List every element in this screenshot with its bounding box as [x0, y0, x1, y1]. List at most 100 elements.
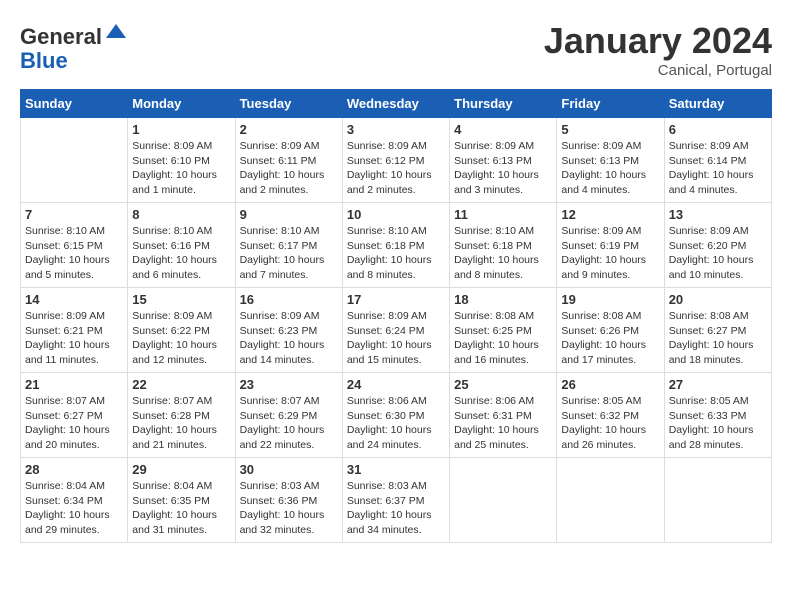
- day-info: Sunrise: 8:10 AMSunset: 6:15 PMDaylight:…: [25, 224, 123, 283]
- day-info: Sunrise: 8:09 AMSunset: 6:22 PMDaylight:…: [132, 309, 230, 368]
- day-number: 17: [347, 292, 445, 307]
- calendar-cell: 15Sunrise: 8:09 AMSunset: 6:22 PMDayligh…: [128, 288, 235, 373]
- day-number: 6: [669, 122, 767, 137]
- calendar-cell: 10 Sunrise: 8:10 AMSunset: 6:18 PMDayligh…: [342, 203, 449, 288]
- day-info: Sunrise: 8:09 AMSunset: 6:21 PMDaylight:…: [25, 309, 123, 368]
- calendar-cell: 23 Sunrise: 8:07 AMSunset: 6:29 PMDayligh…: [235, 373, 342, 458]
- day-info: Sunrise: 8:05 AMSunset: 6:32 PMDaylight:…: [561, 394, 659, 453]
- day-number: 4: [454, 122, 552, 137]
- calendar-cell: [557, 458, 664, 543]
- day-info: Sunrise: 8:08 AMSunset: 6:27 PMDaylight:…: [669, 309, 767, 368]
- calendar-cell: 28 Sunrise: 8:04 AMSunset: 6:34 PMDayligh…: [21, 458, 128, 543]
- day-number: 25: [454, 377, 552, 392]
- calendar-cell: 3Sunrise: 8:09 AMSunset: 6:12 PMDaylight…: [342, 118, 449, 203]
- calendar-cell: 31 Sunrise: 8:03 AMSunset: 6:37 PMDayligh…: [342, 458, 449, 543]
- calendar-week-3: 14Sunrise: 8:09 AMSunset: 6:21 PMDayligh…: [21, 288, 772, 373]
- day-info: Sunrise: 8:09 AMSunset: 6:14 PMDaylight:…: [669, 139, 767, 198]
- day-info: Sunrise: 8:04 AMSunset: 6:35 PMDaylight:…: [132, 479, 230, 538]
- location-subtitle: Canical, Portugal: [544, 62, 772, 79]
- calendar-cell: 9Sunrise: 8:10 AMSunset: 6:17 PMDaylight…: [235, 203, 342, 288]
- day-info: Sunrise: 8:09 AMSunset: 6:24 PMDaylight:…: [347, 309, 445, 368]
- calendar-cell: 17 Sunrise: 8:09 AMSunset: 6:24 PMDayligh…: [342, 288, 449, 373]
- calendar-cell: 6 Sunrise: 8:09 AMSunset: 6:14 PMDaylight…: [664, 118, 771, 203]
- day-number: 16: [240, 292, 338, 307]
- day-info: Sunrise: 8:07 AMSunset: 6:28 PMDaylight:…: [132, 394, 230, 453]
- calendar-cell: 26 Sunrise: 8:05 AMSunset: 6:32 PMDayligh…: [557, 373, 664, 458]
- calendar-cell: 30 Sunrise: 8:03 AMSunset: 6:36 PMDayligh…: [235, 458, 342, 543]
- day-info: Sunrise: 8:10 AMSunset: 6:16 PMDaylight:…: [132, 224, 230, 283]
- day-info: Sunrise: 8:06 AMSunset: 6:31 PMDaylight:…: [454, 394, 552, 453]
- calendar-cell: 13 Sunrise: 8:09 AMSunset: 6:20 PMDayligh…: [664, 203, 771, 288]
- day-info: Sunrise: 8:03 AMSunset: 6:37 PMDaylight:…: [347, 479, 445, 538]
- calendar-cell: 1Sunrise: 8:09 AMSunset: 6:10 PMDaylight…: [128, 118, 235, 203]
- calendar-cell: 19Sunrise: 8:08 AMSunset: 6:26 PMDayligh…: [557, 288, 664, 373]
- day-number: 28: [25, 462, 123, 477]
- calendar-cell: 11 Sunrise: 8:10 AMSunset: 6:18 PMDayligh…: [450, 203, 557, 288]
- header: General Blue January 2024 Canical, Portu…: [20, 20, 772, 79]
- day-number: 7: [25, 207, 123, 222]
- calendar-cell: 27 Sunrise: 8:05 AMSunset: 6:33 PMDayligh…: [664, 373, 771, 458]
- calendar-cell: 16Sunrise: 8:09 AMSunset: 6:23 PMDayligh…: [235, 288, 342, 373]
- calendar-cell: 20Sunrise: 8:08 AMSunset: 6:27 PMDayligh…: [664, 288, 771, 373]
- day-info: Sunrise: 8:08 AMSunset: 6:26 PMDaylight:…: [561, 309, 659, 368]
- day-info: Sunrise: 8:09 AMSunset: 6:13 PMDaylight:…: [454, 139, 552, 198]
- day-number: 5: [561, 122, 659, 137]
- day-number: 11: [454, 207, 552, 222]
- day-number: 31: [347, 462, 445, 477]
- calendar-cell: 29Sunrise: 8:04 AMSunset: 6:35 PMDayligh…: [128, 458, 235, 543]
- header-tuesday: Tuesday: [235, 90, 342, 118]
- calendar-cell: [664, 458, 771, 543]
- logo-text: General Blue: [20, 20, 128, 73]
- day-info: Sunrise: 8:06 AMSunset: 6:30 PMDaylight:…: [347, 394, 445, 453]
- page-container: General Blue January 2024 Canical, Portu…: [20, 20, 772, 543]
- day-info: Sunrise: 8:10 AMSunset: 6:18 PMDaylight:…: [454, 224, 552, 283]
- day-info: Sunrise: 8:07 AMSunset: 6:29 PMDaylight:…: [240, 394, 338, 453]
- day-info: Sunrise: 8:08 AMSunset: 6:25 PMDaylight:…: [454, 309, 552, 368]
- day-number: 3: [347, 122, 445, 137]
- day-number: 24: [347, 377, 445, 392]
- day-info: Sunrise: 8:04 AMSunset: 6:34 PMDaylight:…: [25, 479, 123, 538]
- day-info: Sunrise: 8:05 AMSunset: 6:33 PMDaylight:…: [669, 394, 767, 453]
- day-number: 18: [454, 292, 552, 307]
- header-thursday: Thursday: [450, 90, 557, 118]
- day-info: Sunrise: 8:07 AMSunset: 6:27 PMDaylight:…: [25, 394, 123, 453]
- calendar-cell: 4 Sunrise: 8:09 AMSunset: 6:13 PMDaylight…: [450, 118, 557, 203]
- calendar-cell: 7 Sunrise: 8:10 AMSunset: 6:15 PMDaylight…: [21, 203, 128, 288]
- calendar-cell: 18 Sunrise: 8:08 AMSunset: 6:25 PMDayligh…: [450, 288, 557, 373]
- calendar-cell: 5Sunrise: 8:09 AMSunset: 6:13 PMDaylight…: [557, 118, 664, 203]
- day-number: 26: [561, 377, 659, 392]
- day-info: Sunrise: 8:03 AMSunset: 6:36 PMDaylight:…: [240, 479, 338, 538]
- weekday-header-row: Sunday Monday Tuesday Wednesday Thursday…: [21, 90, 772, 118]
- day-info: Sunrise: 8:09 AMSunset: 6:20 PMDaylight:…: [669, 224, 767, 283]
- calendar-week-2: 7 Sunrise: 8:10 AMSunset: 6:15 PMDaylight…: [21, 203, 772, 288]
- day-number: 8: [132, 207, 230, 222]
- day-number: 30: [240, 462, 338, 477]
- day-info: Sunrise: 8:10 AMSunset: 6:18 PMDaylight:…: [347, 224, 445, 283]
- day-number: 12: [561, 207, 659, 222]
- day-number: 1: [132, 122, 230, 137]
- header-monday: Monday: [128, 90, 235, 118]
- title-section: January 2024 Canical, Portugal: [544, 20, 772, 79]
- month-title: January 2024: [544, 20, 772, 62]
- day-info: Sunrise: 8:09 AMSunset: 6:11 PMDaylight:…: [240, 139, 338, 198]
- calendar-cell: 14Sunrise: 8:09 AMSunset: 6:21 PMDayligh…: [21, 288, 128, 373]
- day-number: 23: [240, 377, 338, 392]
- logo: General Blue: [20, 20, 128, 73]
- day-info: Sunrise: 8:09 AMSunset: 6:19 PMDaylight:…: [561, 224, 659, 283]
- header-wednesday: Wednesday: [342, 90, 449, 118]
- header-saturday: Saturday: [664, 90, 771, 118]
- calendar-cell: 12 Sunrise: 8:09 AMSunset: 6:19 PMDayligh…: [557, 203, 664, 288]
- header-friday: Friday: [557, 90, 664, 118]
- calendar-cell: 21Sunrise: 8:07 AMSunset: 6:27 PMDayligh…: [21, 373, 128, 458]
- calendar-cell: 8 Sunrise: 8:10 AMSunset: 6:16 PMDaylight…: [128, 203, 235, 288]
- calendar-cell: 22Sunrise: 8:07 AMSunset: 6:28 PMDayligh…: [128, 373, 235, 458]
- calendar-week-4: 21Sunrise: 8:07 AMSunset: 6:27 PMDayligh…: [21, 373, 772, 458]
- day-number: 27: [669, 377, 767, 392]
- day-number: 13: [669, 207, 767, 222]
- day-number: 9: [240, 207, 338, 222]
- day-number: 10: [347, 207, 445, 222]
- day-number: 2: [240, 122, 338, 137]
- logo-general: General: [20, 24, 102, 49]
- calendar-cell: 2 Sunrise: 8:09 AMSunset: 6:11 PMDaylight…: [235, 118, 342, 203]
- calendar-cell: 24 Sunrise: 8:06 AMSunset: 6:30 PMDayligh…: [342, 373, 449, 458]
